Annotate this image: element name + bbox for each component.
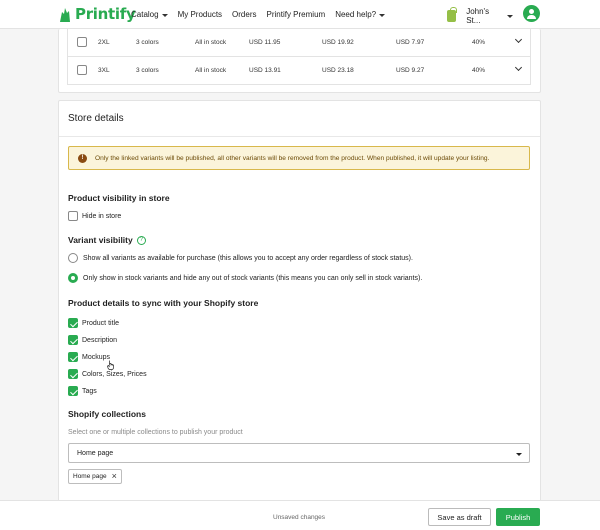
variant-visibility-option-label: Show all variants as available for purch… [83, 254, 413, 262]
chevron-down-icon [514, 35, 523, 44]
nav-orders[interactable]: Orders [232, 10, 256, 19]
printify-logo[interactable]: Printify [58, 5, 136, 23]
variants-card: 2XL 3 colors All in stock USD 11.95 USD … [58, 29, 541, 93]
nav-my-products-label: My Products [177, 10, 223, 19]
checkbox-checked[interactable] [68, 369, 78, 379]
hand-cursor-icon [107, 360, 114, 370]
variant-row-checkbox[interactable] [77, 37, 87, 47]
warning-banner-text: Only the linked variants will be publish… [95, 154, 490, 162]
variant-cost: USD 13.91 [249, 67, 281, 74]
checkbox-checked[interactable] [68, 318, 78, 328]
expand-row-button[interactable] [514, 35, 523, 44]
warning-icon: ! [78, 153, 87, 163]
variant-row-checkbox[interactable] [77, 65, 87, 75]
variant-price: USD 19.92 [322, 39, 354, 46]
store-switcher[interactable]: John's St... [447, 7, 513, 25]
checkbox-box[interactable] [68, 211, 78, 221]
expand-row-button[interactable] [514, 63, 523, 72]
checkbox-checked[interactable] [68, 352, 78, 362]
variant-stock: All in stock [195, 39, 227, 46]
unsaved-status: Unsaved changes [273, 514, 326, 521]
help-icon[interactable]: ? [136, 236, 146, 246]
chevron-down-icon [516, 453, 522, 456]
variant-size: 3XL [98, 67, 110, 74]
sync-item-label: Description [82, 336, 118, 344]
top-navigation-bar: Printify Catalog My Products Orders Prin… [0, 0, 600, 29]
table-row: 2XL 3 colors All in stock USD 11.95 USD … [67, 29, 531, 57]
store-name: John's St... [466, 7, 490, 25]
radio-button-selected[interactable] [68, 273, 78, 283]
variant-colors: 3 colors [136, 39, 159, 46]
collection-chip: Home page × [68, 469, 122, 484]
hide-in-store-checkbox[interactable]: Hide in store [68, 211, 121, 221]
nav-orders-label: Orders [232, 10, 257, 19]
user-avatar-button[interactable] [523, 5, 540, 22]
variant-visibility-option-in-stock[interactable]: Only show in stock variants and hide any… [68, 273, 422, 283]
chevron-down-icon [507, 15, 513, 18]
checkbox-checked[interactable] [68, 335, 78, 345]
variant-profit: USD 9.27 [396, 67, 425, 74]
table-row: 3XL 3 colors All in stock USD 13.91 USD … [67, 57, 531, 85]
variant-margin: 40% [472, 67, 486, 74]
sync-item-label: Product title [82, 319, 119, 327]
sync-mockups-checkbox[interactable]: Mockups [68, 352, 110, 362]
radio-button[interactable] [68, 253, 78, 263]
collection-chip-label: Home page [73, 473, 107, 480]
close-icon[interactable]: × [112, 472, 117, 481]
variant-price: USD 23.18 [322, 67, 354, 74]
variant-visibility-option-all[interactable]: Show all variants as available for purch… [68, 253, 413, 263]
chevron-down-icon [514, 63, 523, 72]
variant-profit: USD 7.97 [396, 39, 425, 46]
sync-tags-checkbox[interactable]: Tags [68, 386, 97, 396]
collections-select-value: Home page [77, 449, 114, 457]
main-nav: Catalog My Products Orders Printify Prem… [131, 10, 395, 19]
nav-printify-premium[interactable]: Printify Premium [267, 10, 326, 19]
variants-table: 2XL 3 colors All in stock USD 11.95 USD … [67, 29, 531, 85]
collections-heading: Shopify collections [68, 409, 146, 419]
chevron-down-icon [161, 13, 168, 17]
brand-name: Printify [75, 5, 136, 23]
shopify-bag-icon [447, 7, 458, 22]
save-as-draft-button[interactable]: Save as draft [428, 508, 491, 526]
sync-item-label: Tags [82, 387, 97, 395]
section-title: Store details [68, 113, 124, 124]
chevron-down-icon [379, 13, 386, 17]
user-icon-body [527, 15, 536, 19]
variant-visibility-heading: Variant visibility? [68, 235, 146, 246]
variant-cost: USD 11.95 [249, 39, 281, 46]
variant-size: 2XL [98, 39, 110, 46]
sync-item-label: Mockups [82, 353, 111, 361]
sync-colors-sizes-prices-checkbox[interactable]: Colors, Sizes, Prices [68, 369, 147, 379]
sync-description-checkbox[interactable]: Description [68, 335, 117, 345]
variant-colors: 3 colors [136, 67, 159, 74]
variant-visibility-heading-text: Variant visibility [68, 235, 133, 245]
collections-select[interactable]: Home page [68, 443, 530, 463]
variant-margin: 40% [472, 39, 486, 46]
warning-banner: ! Only the linked variants will be publi… [68, 146, 530, 170]
footer-bar: Unsaved changes Save as draft Publish [0, 500, 600, 530]
variant-stock: All in stock [195, 67, 227, 74]
user-icon [529, 9, 534, 14]
nav-catalog-label: Catalog [131, 10, 159, 19]
nav-premium-label: Printify Premium [266, 10, 326, 19]
sync-item-label: Colors, Sizes, Prices [82, 370, 147, 378]
nav-need-help-label: Need help? [335, 10, 377, 19]
collections-hint: Select one or multiple collections to pu… [68, 429, 243, 436]
hide-in-store-label: Hide in store [82, 212, 122, 220]
sync-heading: Product details to sync with your Shopif… [68, 298, 259, 308]
variant-visibility-option-label: Only show in stock variants and hide any… [83, 274, 423, 282]
nav-need-help[interactable]: Need help? [335, 10, 386, 19]
visibility-heading: Product visibility in store [68, 193, 170, 203]
nav-my-products[interactable]: My Products [178, 10, 222, 19]
store-details-card: Store details ! Only the linked variants… [58, 100, 541, 510]
publish-button[interactable]: Publish [496, 508, 540, 526]
divider [59, 136, 540, 137]
sync-product-title-checkbox[interactable]: Product title [68, 318, 119, 328]
nav-catalog[interactable]: Catalog [131, 10, 168, 19]
checkbox-checked[interactable] [68, 386, 78, 396]
printify-logo-icon [60, 7, 70, 22]
